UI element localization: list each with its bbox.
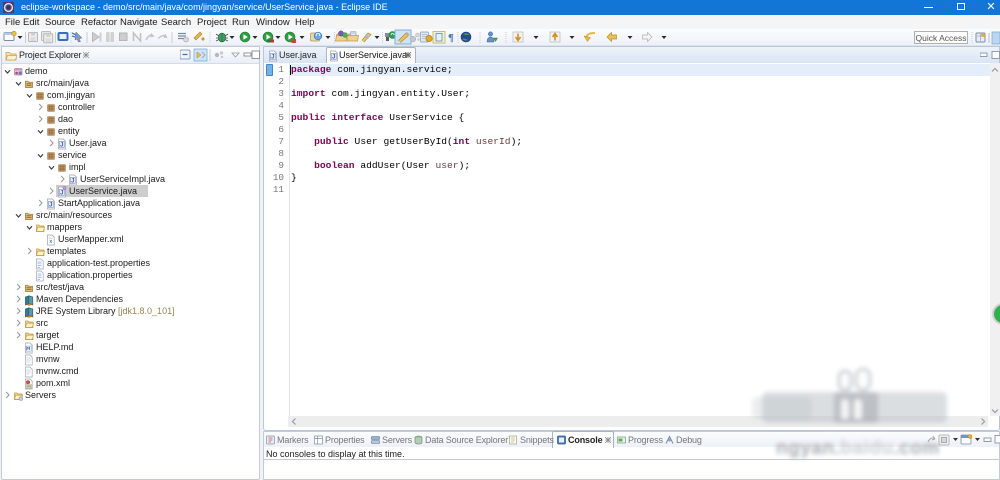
- svg-text:J: J: [71, 178, 74, 184]
- svg-text:J: J: [49, 202, 52, 208]
- svg-text:J: J: [60, 190, 63, 196]
- svg-text:¶: ¶: [448, 32, 454, 44]
- svg-text:m: m: [27, 383, 31, 388]
- svg-text:J: J: [60, 142, 63, 148]
- svg-text:J: J: [271, 55, 274, 61]
- svg-text:x: x: [49, 239, 52, 245]
- svg-text:J: J: [332, 55, 335, 61]
